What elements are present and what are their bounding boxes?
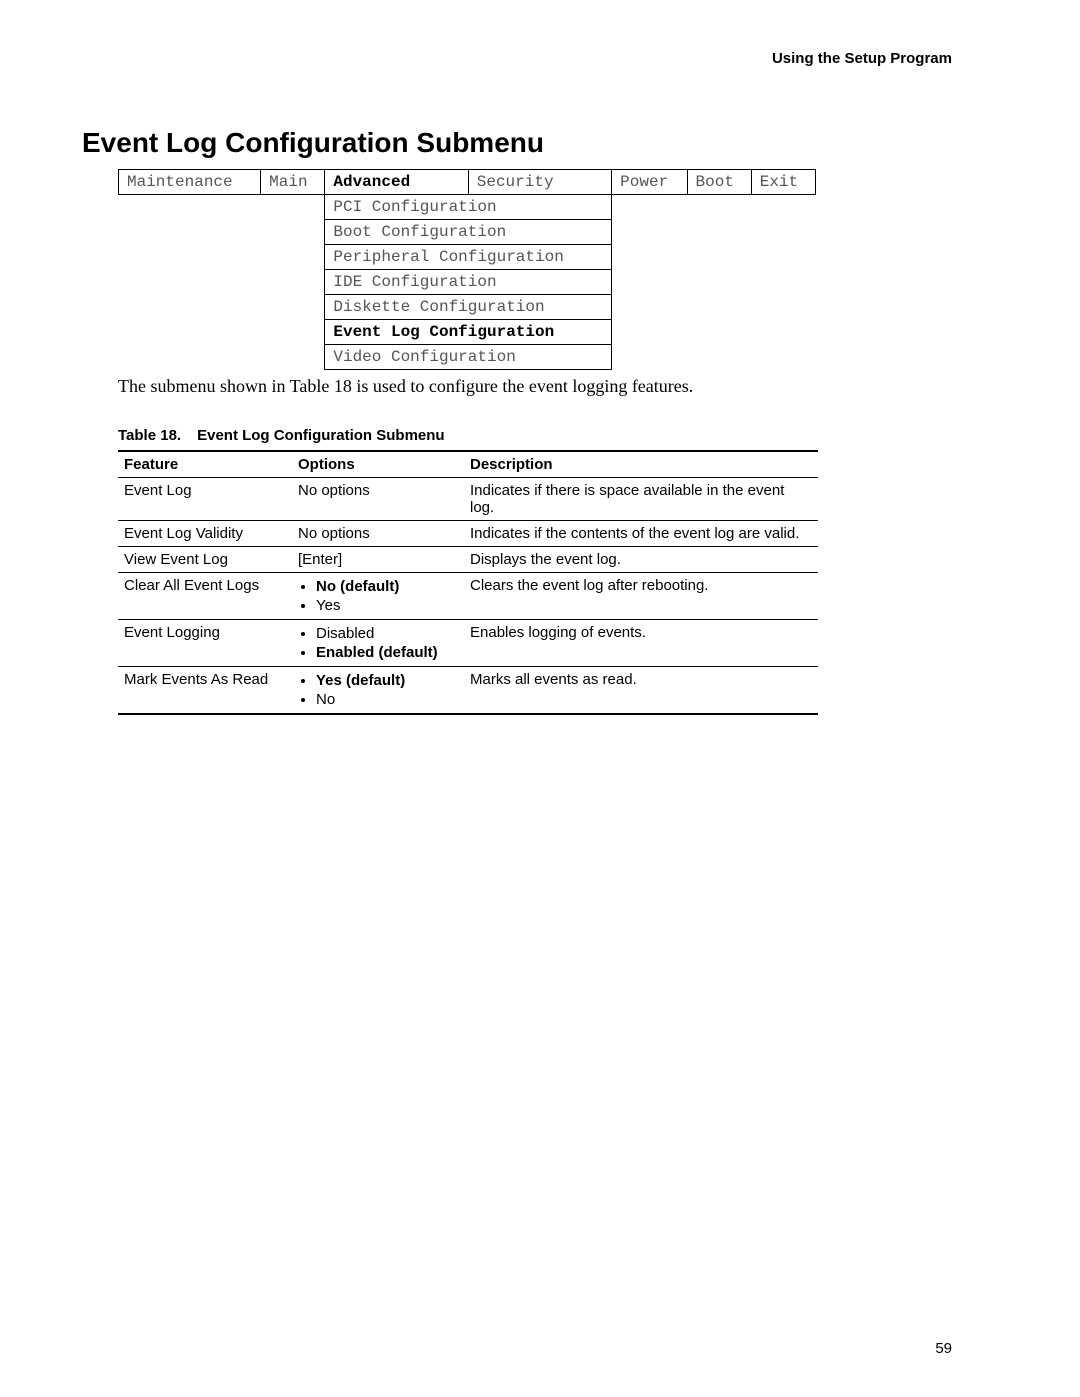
- menu-bar-item: Security: [468, 170, 611, 195]
- submenu-spacer-left: [119, 295, 325, 320]
- cell-description: Indicates if there is space available in…: [464, 478, 818, 521]
- table-caption-title: Event Log Configuration Submenu: [197, 427, 445, 444]
- submenu-spacer-left: [119, 220, 325, 245]
- table-row: Event LoggingDisabledEnabled (default)En…: [118, 620, 818, 667]
- cell-description: Displays the event log.: [464, 547, 818, 573]
- submenu-item: PCI Configuration: [325, 195, 612, 220]
- table-caption-prefix: Table 18.: [118, 427, 181, 444]
- option-item: Yes: [316, 596, 458, 615]
- menu-bar-item: Boot: [687, 170, 751, 195]
- cell-description: Enables logging of events.: [464, 620, 818, 667]
- submenu-spacer-right: [612, 320, 816, 345]
- submenu-item: Boot Configuration: [325, 220, 612, 245]
- submenu-item: Peripheral Configuration: [325, 245, 612, 270]
- cell-feature: Clear All Event Logs: [118, 573, 292, 620]
- page: Using the Setup Program Event Log Config…: [0, 0, 1080, 1397]
- option-item: Yes (default): [316, 671, 458, 690]
- section-title: Event Log Configuration Submenu: [82, 127, 962, 159]
- cell-options: Yes (default)No: [292, 667, 464, 715]
- cell-feature: Mark Events As Read: [118, 667, 292, 715]
- cell-feature: Event Log Validity: [118, 521, 292, 547]
- cell-options: No (default)Yes: [292, 573, 464, 620]
- table-row: Event Log ValidityNo optionsIndicates if…: [118, 521, 818, 547]
- submenu-spacer-left: [119, 320, 325, 345]
- table-row: View Event Log[Enter]Displays the event …: [118, 547, 818, 573]
- submenu-item: IDE Configuration: [325, 270, 612, 295]
- menu-bar-item: Exit: [751, 170, 815, 195]
- option-item: Disabled: [316, 624, 458, 643]
- cell-description: Indicates if the contents of the event l…: [464, 521, 818, 547]
- option-item: No: [316, 690, 458, 709]
- submenu-spacer-right: [612, 295, 816, 320]
- submenu-spacer-left: [119, 195, 325, 220]
- menu-bar-item: Maintenance: [119, 170, 261, 195]
- submenu-item: Diskette Configuration: [325, 295, 612, 320]
- submenu-spacer-right: [612, 345, 816, 370]
- col-header-options: Options: [292, 451, 464, 478]
- table-row: Event LogNo optionsIndicates if there is…: [118, 478, 818, 521]
- cell-options: No options: [292, 478, 464, 521]
- submenu-spacer-left: [119, 345, 325, 370]
- cell-options: No options: [292, 521, 464, 547]
- submenu-spacer-left: [119, 245, 325, 270]
- submenu-spacer-right: [612, 195, 816, 220]
- menu-bar-item: Power: [612, 170, 687, 195]
- submenu-item: Event Log Configuration: [325, 320, 612, 345]
- submenu-spacer-left: [119, 270, 325, 295]
- col-header-feature: Feature: [118, 451, 292, 478]
- running-header: Using the Setup Program: [118, 50, 952, 67]
- option-item: No (default): [316, 577, 458, 596]
- table-caption: Table 18. Event Log Configuration Submenu: [118, 427, 962, 444]
- bios-menu-table: MaintenanceMainAdvancedSecurityPowerBoot…: [118, 169, 816, 370]
- submenu-spacer-right: [612, 245, 816, 270]
- body-paragraph: The submenu shown in Table 18 is used to…: [118, 376, 962, 397]
- page-number: 59: [935, 1340, 952, 1357]
- submenu-spacer-right: [612, 220, 816, 245]
- cell-options: DisabledEnabled (default): [292, 620, 464, 667]
- feature-table: Feature Options Description Event LogNo …: [118, 450, 818, 715]
- submenu-item: Video Configuration: [325, 345, 612, 370]
- cell-feature: Event Log: [118, 478, 292, 521]
- cell-description: Marks all events as read.: [464, 667, 818, 715]
- cell-options: [Enter]: [292, 547, 464, 573]
- menu-bar-item: Advanced: [325, 170, 468, 195]
- cell-feature: View Event Log: [118, 547, 292, 573]
- col-header-description: Description: [464, 451, 818, 478]
- menu-bar-item: Main: [261, 170, 325, 195]
- option-item: Enabled (default): [316, 643, 458, 662]
- cell-feature: Event Logging: [118, 620, 292, 667]
- table-row: Mark Events As ReadYes (default)NoMarks …: [118, 667, 818, 715]
- submenu-spacer-right: [612, 270, 816, 295]
- cell-description: Clears the event log after rebooting.: [464, 573, 818, 620]
- table-row: Clear All Event LogsNo (default)YesClear…: [118, 573, 818, 620]
